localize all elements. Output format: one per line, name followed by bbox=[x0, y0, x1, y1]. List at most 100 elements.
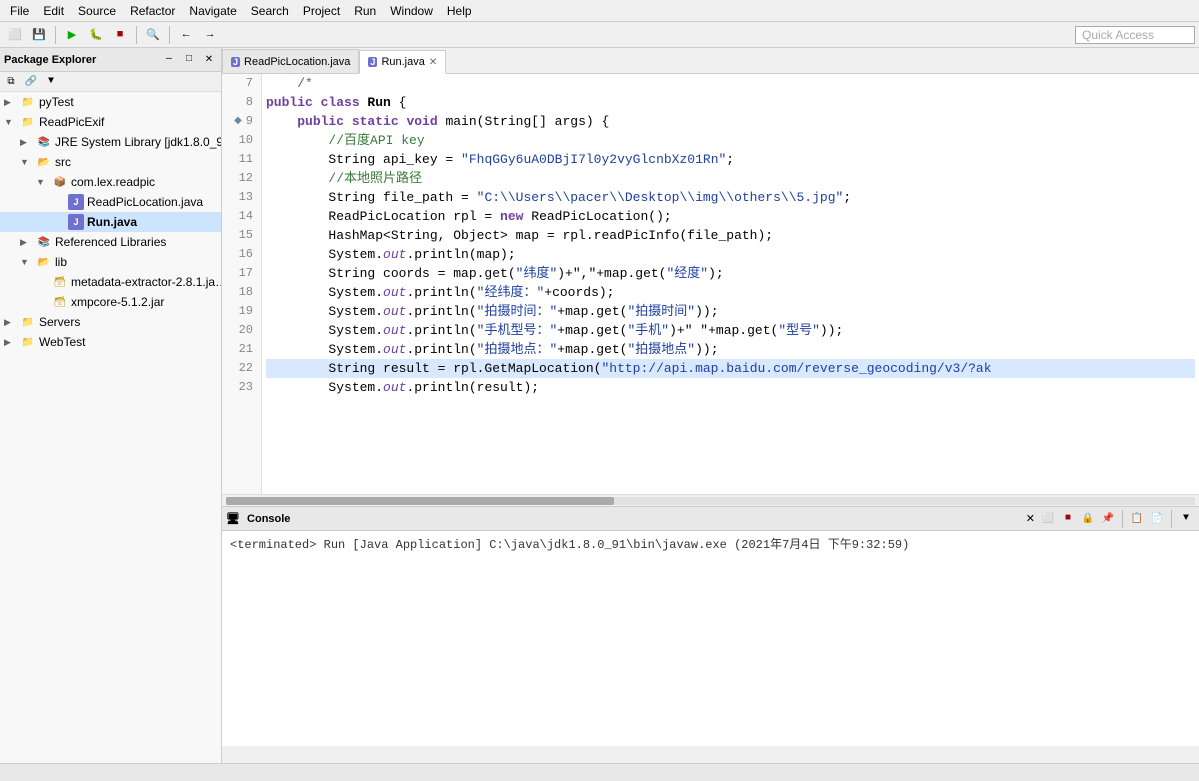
code-editor[interactable]: 7 8 ◆9 10 11 12 13 14 15 16 17 18 19 20 … bbox=[222, 74, 1199, 494]
console-menu-btn[interactable]: ▼ bbox=[1177, 510, 1195, 528]
linenum-9: ◆9 bbox=[226, 112, 253, 131]
console-pin-btn[interactable]: 📌 bbox=[1099, 510, 1117, 528]
menu-help[interactable]: Help bbox=[441, 2, 478, 20]
tree-item-webtest[interactable]: ▶ 📁 WebTest bbox=[0, 332, 221, 352]
tree-label-package: com.lex.readpic bbox=[71, 175, 155, 189]
menu-navigate[interactable]: Navigate bbox=[183, 2, 242, 20]
console-tab-close[interactable]: ✕ bbox=[1026, 512, 1035, 525]
out-16: out bbox=[383, 245, 406, 264]
menu-refactor[interactable]: Refactor bbox=[124, 2, 181, 20]
code-line-15: HashMap<String, Object> map = rpl.readPi… bbox=[266, 226, 1195, 245]
console-copy-btn[interactable]: 📋 bbox=[1128, 510, 1146, 528]
code-line-21: System.out.println("拍摄地点："+map.get("拍摄地点… bbox=[266, 340, 1195, 359]
toolbar-forward[interactable]: → bbox=[199, 24, 221, 46]
brace-8: { bbox=[399, 93, 407, 112]
menu-window[interactable]: Window bbox=[384, 2, 439, 20]
console-scroll-lock-btn[interactable]: 🔒 bbox=[1079, 510, 1097, 528]
tree-icon-lib: 📂 bbox=[36, 254, 52, 270]
toolbar-new[interactable]: ⬜ bbox=[4, 24, 26, 46]
tree-item-servers[interactable]: ▶ 📁 Servers bbox=[0, 312, 221, 332]
linenum-13: 13 bbox=[226, 188, 253, 207]
console-paste-btn[interactable]: 📄 bbox=[1148, 510, 1166, 528]
toolbar-run[interactable]: ▶ bbox=[61, 24, 83, 46]
tree-icon-package: 📦 bbox=[52, 174, 68, 190]
link-editor-btn[interactable]: 🔗 bbox=[22, 73, 40, 91]
out-19: out bbox=[383, 302, 406, 321]
toolbar-stop[interactable]: ■ bbox=[109, 24, 131, 46]
tree-item-lib[interactable]: ▼ 📂 lib bbox=[0, 252, 221, 272]
indent-10 bbox=[266, 131, 328, 150]
tree-item-src[interactable]: ▼ 📂 src bbox=[0, 152, 221, 172]
linenum-21: 21 bbox=[226, 340, 253, 359]
quick-access-input[interactable]: Quick Access bbox=[1075, 26, 1195, 44]
h-scroll-track[interactable] bbox=[226, 497, 1195, 505]
tree-label-webtest: WebTest bbox=[39, 335, 85, 349]
tree-label-pytest: pyTest bbox=[39, 95, 74, 109]
code-line-16: System.out.println(map); bbox=[266, 245, 1195, 264]
code-line-8: public class Run { bbox=[266, 93, 1195, 112]
tree-item-runjava[interactable]: J Run.java bbox=[0, 212, 221, 232]
kw-public-8: public bbox=[266, 93, 321, 112]
code-21b: .println( bbox=[406, 340, 476, 359]
toolbar-save[interactable]: 💾 bbox=[28, 24, 50, 46]
str-17b: "经度" bbox=[666, 264, 708, 283]
tab-label-readpiclocation: ReadPicLocation.java bbox=[244, 56, 350, 68]
menu-run[interactable]: Run bbox=[348, 2, 382, 20]
console-content: <terminated> Run [Java Application] C:\j… bbox=[222, 531, 1199, 746]
status-bar bbox=[0, 763, 1199, 781]
menu-btn[interactable]: ▼ bbox=[42, 73, 60, 91]
tree-label-lib: lib bbox=[55, 255, 67, 269]
console-clear-btn[interactable]: ⬜ bbox=[1039, 510, 1057, 528]
code-line-11: String api_key = "FhqGGy6uA0DBjI7l0y2vyG… bbox=[266, 150, 1195, 169]
code-19a: System. bbox=[266, 302, 383, 321]
main-layout: Package Explorer — □ ✕ ⧉ 🔗 ▼ ▶ 📁 pyTest … bbox=[0, 48, 1199, 763]
menu-source[interactable]: Source bbox=[72, 2, 122, 20]
tab-readpiclocation[interactable]: J ReadPicLocation.java bbox=[222, 49, 359, 73]
console-stop-btn[interactable]: ■ bbox=[1059, 510, 1077, 528]
console-terminated-text: <terminated> Run [Java Application] C:\j… bbox=[230, 538, 909, 552]
menu-search[interactable]: Search bbox=[245, 2, 295, 20]
menu-project[interactable]: Project bbox=[297, 2, 346, 20]
toolbar-search[interactable]: 🔍 bbox=[142, 24, 164, 46]
panel-minimize[interactable]: — bbox=[161, 52, 177, 68]
tree-item-package[interactable]: ▼ 📦 com.lex.readpic bbox=[0, 172, 221, 192]
collapse-all-btn[interactable]: ⧉ bbox=[2, 73, 20, 91]
tree-icon-src: 📂 bbox=[36, 154, 52, 170]
tree-item-readpicexif[interactable]: ▼ 📁 ReadPicExif bbox=[0, 112, 221, 132]
menu-file[interactable]: File bbox=[4, 2, 35, 20]
file-tree: ▶ 📁 pyTest ▼ 📁 ReadPicExif ▶ 📚 JRE Syste… bbox=[0, 92, 221, 763]
toolbar-debug[interactable]: 🐛 bbox=[85, 24, 107, 46]
kw-void-9: void bbox=[406, 112, 445, 131]
panel-close[interactable]: ✕ bbox=[201, 52, 217, 68]
tree-item-metadata[interactable]: 🗃 metadata-extractor-2.8.1.ja… bbox=[0, 272, 221, 292]
code-line-9: public static void main(String[] args) { bbox=[266, 112, 1195, 131]
code-content[interactable]: /* public class Run { public static void… bbox=[262, 74, 1199, 494]
menu-edit[interactable]: Edit bbox=[37, 2, 70, 20]
tree-item-readpiclocation[interactable]: J ReadPicLocation.java bbox=[0, 192, 221, 212]
line-numbers: 7 8 ◆9 10 11 12 13 14 15 16 17 18 19 20 … bbox=[222, 74, 262, 494]
cn-run-8: Run bbox=[367, 93, 398, 112]
tree-arrow-servers: ▶ bbox=[4, 317, 20, 328]
toolbar-back[interactable]: ← bbox=[175, 24, 197, 46]
code-line-22: String result = rpl.GetMapLocation("http… bbox=[266, 359, 1195, 378]
tab-label-runjava: Run.java bbox=[381, 56, 424, 68]
tree-item-jre[interactable]: ▶ 📚 JRE System Library [jdk1.8.0_9… bbox=[0, 132, 221, 152]
console-sep2 bbox=[1171, 510, 1172, 528]
package-explorer-panel: Package Explorer — □ ✕ ⧉ 🔗 ▼ ▶ 📁 pyTest … bbox=[0, 48, 222, 763]
console-panel: 🖥 Console ✕ ⬜ ■ 🔒 📌 📋 📄 ▼ <terminate bbox=[222, 506, 1199, 746]
linenum-7: 7 bbox=[226, 74, 253, 93]
code-21a: System. bbox=[266, 340, 383, 359]
tree-label-xmpcore: xmpcore-5.1.2.jar bbox=[71, 295, 164, 309]
h-scroll-thumb[interactable] bbox=[226, 497, 614, 505]
tree-label-runjava: Run.java bbox=[87, 215, 137, 229]
tree-item-pytest[interactable]: ▶ 📁 pyTest bbox=[0, 92, 221, 112]
tree-item-xmpcore[interactable]: 🗃 xmpcore-5.1.2.jar bbox=[0, 292, 221, 312]
tree-item-reflibs[interactable]: ▶ 📚 Referenced Libraries bbox=[0, 232, 221, 252]
tab-runjava[interactable]: J Run.java ✕ bbox=[359, 50, 446, 74]
tab-close-runjava[interactable]: ✕ bbox=[429, 57, 437, 68]
code-17c: ); bbox=[708, 264, 724, 283]
horizontal-scrollbar[interactable] bbox=[222, 494, 1199, 506]
panel-maximize[interactable]: □ bbox=[181, 52, 197, 68]
tree-label-src: src bbox=[55, 155, 71, 169]
code-line-23: System.out.println(result); bbox=[266, 378, 1195, 397]
